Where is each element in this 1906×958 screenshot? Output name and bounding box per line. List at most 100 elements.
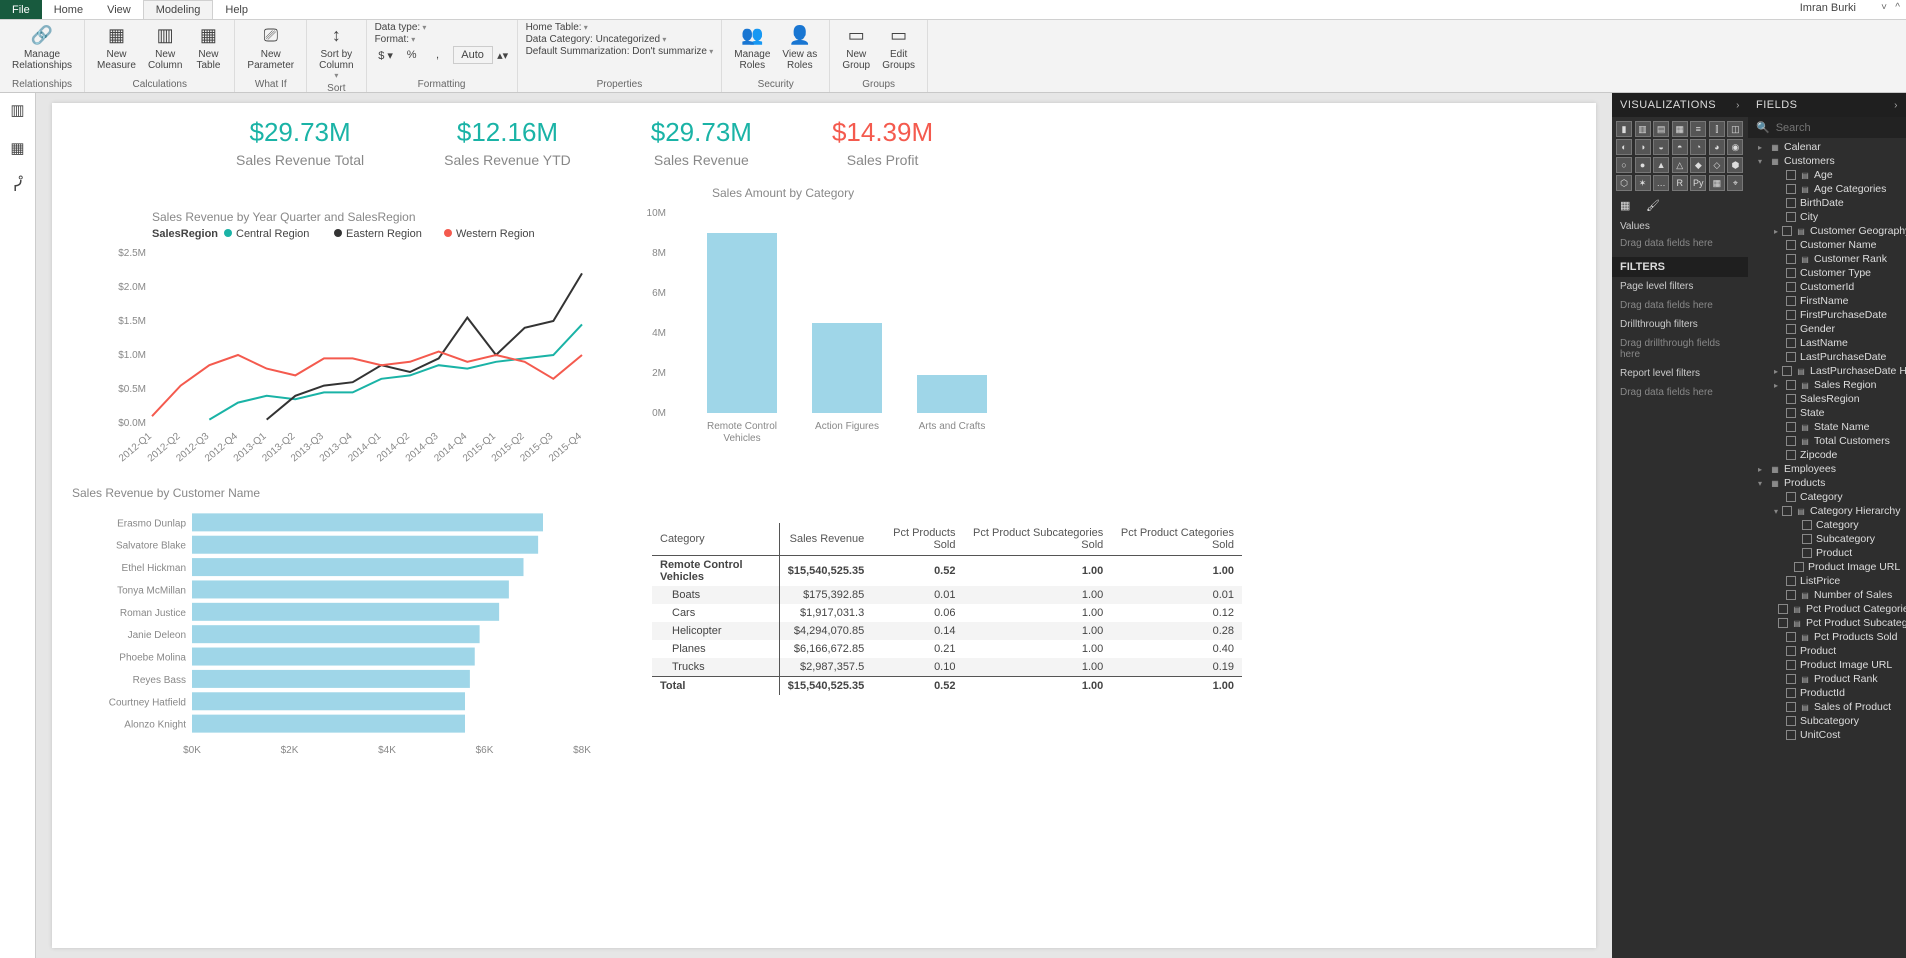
viz-type-icon[interactable]: R [1672,175,1688,191]
field-node[interactable]: ▤Pct Products Sold [1748,630,1906,644]
field-node[interactable]: Subcategory [1748,532,1906,546]
data-view-icon[interactable]: ▦ [5,135,31,161]
viz-type-icon[interactable]: ⬡ [1616,175,1632,191]
table-row[interactable]: Cars$1,917,031.30.061.000.12 [652,604,1242,622]
field-checkbox[interactable] [1786,492,1796,502]
field-node[interactable]: Product Image URL [1748,658,1906,672]
table-row[interactable]: Boats$175,392.850.011.000.01 [652,586,1242,604]
edit-groups-button[interactable]: ▭EditGroups [878,22,919,73]
field-checkbox[interactable] [1786,660,1796,670]
decimal-spinner[interactable]: ▴▾ [497,46,509,64]
visualization-picker[interactable]: ▮▥▤▦≡⫿◫◐◑◒◓◔◕◉○●▲△◆◇⬢⬡✶…RPy▦⌖ [1612,117,1748,195]
field-checkbox[interactable] [1786,268,1796,278]
tab-file[interactable]: File [0,0,42,19]
viz-type-icon[interactable]: ◆ [1690,157,1706,173]
field-node[interactable]: FirstName [1748,294,1906,308]
table-row[interactable]: Helicopter$4,294,070.850.141.000.28 [652,622,1242,640]
viz-type-icon[interactable]: ◇ [1709,157,1725,173]
field-node[interactable]: SalesRegion [1748,392,1906,406]
field-node[interactable]: ▤State Name [1748,420,1906,434]
data-category-dropdown[interactable]: Data Category: Uncategorized [526,34,667,45]
field-node[interactable]: Category [1748,518,1906,532]
default-summarization-dropdown[interactable]: Default Summarization: Don't summarize [526,46,714,57]
field-node[interactable]: Customer Type [1748,266,1906,280]
field-checkbox[interactable] [1786,380,1796,390]
field-checkbox[interactable] [1802,534,1812,544]
new-table-button[interactable]: ▦NewTable [190,22,226,73]
table-node[interactable]: ▸▦Employees [1748,462,1906,476]
card-sales-revenue[interactable]: $29.73M Sales Revenue [651,117,752,168]
table-node[interactable]: ▸▦Calenar [1748,140,1906,154]
field-checkbox[interactable] [1786,436,1796,446]
field-checkbox[interactable] [1786,254,1796,264]
card-sales-profit[interactable]: $14.39M Sales Profit [832,117,933,168]
field-checkbox[interactable] [1786,184,1796,194]
field-checkbox[interactable] [1778,604,1788,614]
sort-by-column-button[interactable]: ↕Sort byColumn [315,22,357,83]
viz-type-icon[interactable]: ▥ [1635,121,1651,137]
table-row[interactable]: Planes$6,166,672.850.211.000.40 [652,640,1242,658]
line-chart[interactable]: Sales Revenue by Year Quarter and SalesR… [92,203,592,483]
window-caret-icon[interactable]: ˅ ^ [1881,2,1900,13]
field-node[interactable]: Customer Name [1748,238,1906,252]
field-checkbox[interactable] [1786,296,1796,306]
field-checkbox[interactable] [1786,394,1796,404]
viz-type-icon[interactable]: ≡ [1690,121,1706,137]
visualizations-header[interactable]: VISUALIZATIONS› [1612,93,1748,117]
new-group-button[interactable]: ▭NewGroup [838,22,874,73]
field-checkbox[interactable] [1786,646,1796,656]
viz-type-icon[interactable]: ▮ [1616,121,1632,137]
field-checkbox[interactable] [1786,688,1796,698]
report-canvas[interactable]: $29.73M Sales Revenue Total $12.16M Sale… [52,103,1596,948]
tab-home[interactable]: Home [42,0,95,19]
field-checkbox[interactable] [1786,702,1796,712]
field-checkbox[interactable] [1786,338,1796,348]
field-node[interactable]: Gender [1748,322,1906,336]
field-checkbox[interactable] [1786,730,1796,740]
field-checkbox[interactable] [1786,590,1796,600]
viz-type-icon[interactable]: ● [1635,157,1651,173]
viz-type-icon[interactable]: ◉ [1727,139,1743,155]
hbar-chart[interactable]: Sales Revenue by Customer NameErasmo Dun… [62,483,602,763]
viz-type-icon[interactable]: ◔ [1690,139,1706,155]
field-node[interactable]: Subcategory [1748,714,1906,728]
viz-type-icon[interactable]: ◒ [1653,139,1669,155]
viz-type-icon[interactable]: ▤ [1653,121,1669,137]
new-measure-button[interactable]: ▦NewMeasure [93,22,140,73]
fields-header[interactable]: FIELDS› [1748,93,1906,117]
viz-type-icon[interactable]: … [1653,175,1669,191]
field-checkbox[interactable] [1786,240,1796,250]
card-sales-revenue-ytd[interactable]: $12.16M Sales Revenue YTD [444,117,571,168]
format-tab-icon[interactable]: 🖌 [1646,199,1662,215]
viz-type-icon[interactable]: ⬢ [1727,157,1743,173]
field-node[interactable]: Product [1748,546,1906,560]
new-column-button[interactable]: ▥NewColumn [144,22,186,73]
tab-view[interactable]: View [95,0,143,19]
table-node[interactable]: ▾▦Customers [1748,154,1906,168]
field-node[interactable]: ▤Age Categories [1748,182,1906,196]
card-sales-revenue-total[interactable]: $29.73M Sales Revenue Total [236,117,364,168]
fields-search-input[interactable] [1776,122,1906,134]
field-node[interactable]: LastPurchaseDate [1748,350,1906,364]
field-node[interactable]: Product [1748,644,1906,658]
field-node[interactable]: ▤Age [1748,168,1906,182]
field-checkbox[interactable] [1786,422,1796,432]
field-checkbox[interactable] [1786,716,1796,726]
field-node[interactable]: ▤Pct Product Categories Sold [1748,602,1906,616]
field-checkbox[interactable] [1786,352,1796,362]
viz-type-icon[interactable]: ▦ [1709,175,1725,191]
data-type-dropdown[interactable]: Data type: [375,22,427,33]
home-table-dropdown[interactable]: Home Table: [526,22,588,33]
field-checkbox[interactable] [1786,450,1796,460]
viz-type-icon[interactable]: ▦ [1672,121,1688,137]
viz-type-icon[interactable]: ◑ [1635,139,1651,155]
column-chart[interactable]: Sales Amount by Category0M2M4M6M8M10MRem… [622,183,1042,463]
tab-modeling[interactable]: Modeling [143,0,214,19]
field-node[interactable]: CustomerId [1748,280,1906,294]
table-row[interactable]: Trucks$2,987,357.50.101.000.19 [652,658,1242,677]
viz-type-icon[interactable]: ⫿ [1709,121,1725,137]
percent-button[interactable]: % [401,46,423,64]
field-node[interactable]: FirstPurchaseDate [1748,308,1906,322]
field-checkbox[interactable] [1782,226,1792,236]
viz-type-icon[interactable]: ▲ [1653,157,1669,173]
